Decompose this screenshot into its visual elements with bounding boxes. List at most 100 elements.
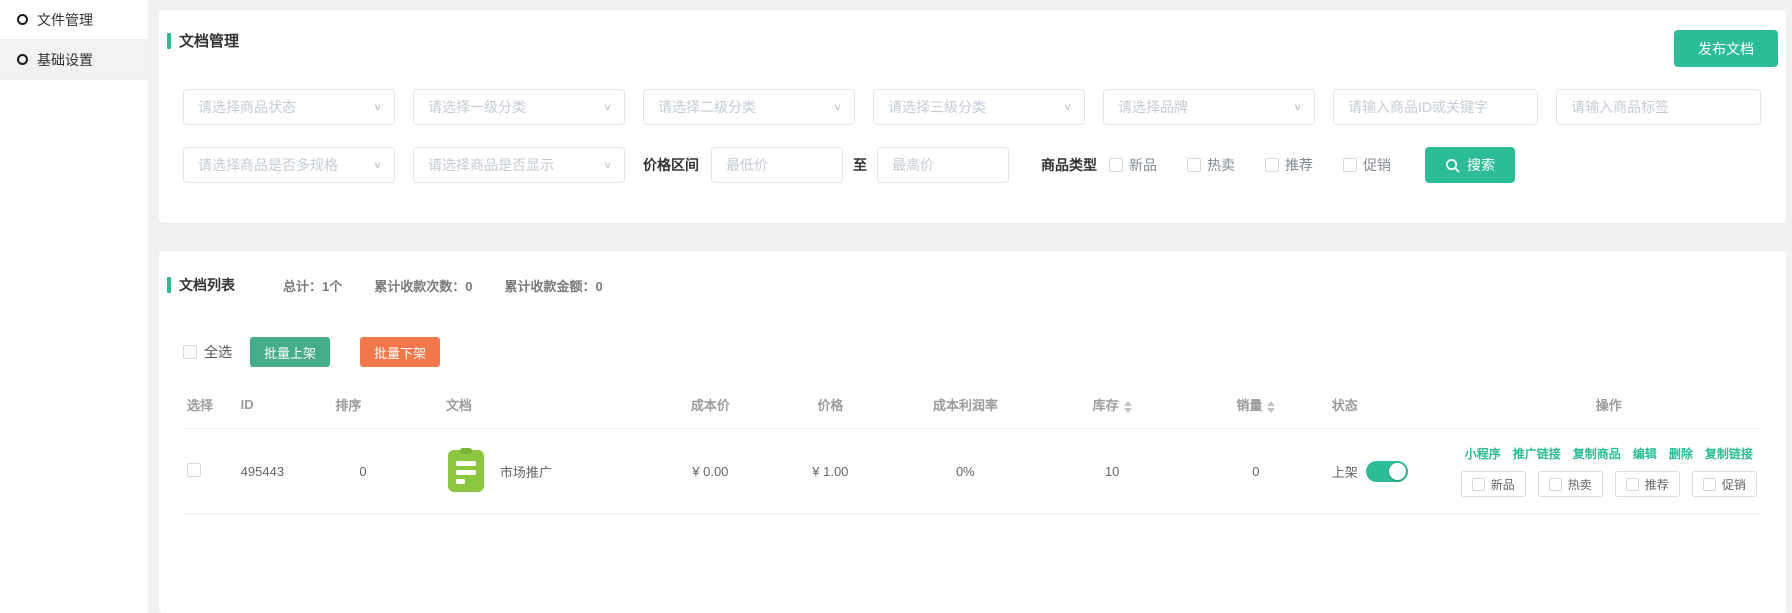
keyword-input[interactable] — [1333, 89, 1538, 125]
visibility-select[interactable]: 请选择商品是否显示 ∨ — [413, 147, 625, 183]
document-cell: 市场推广 — [446, 448, 646, 494]
filter-row-1: 请选择商品状态 ∨ 请选择一级分类 ∨ 请选择二级分类 ∨ 请选择三级分类 ∨ … — [159, 89, 1786, 125]
delete-link[interactable]: 删除 — [1669, 445, 1693, 462]
search-button[interactable]: 搜索 — [1425, 147, 1515, 183]
product-tag-input[interactable] — [1556, 89, 1761, 125]
sort-up-icon[interactable] — [1124, 401, 1132, 406]
status-cell: 上架 — [1332, 461, 1452, 482]
col-id: ID — [237, 385, 332, 429]
category-level2-select[interactable]: 请选择二级分类 ∨ — [643, 89, 855, 125]
sales-sort-control[interactable] — [1267, 401, 1275, 413]
list-title: 文档列表 — [167, 275, 235, 295]
document-name: 市场推广 — [500, 462, 552, 481]
type-option-promo[interactable]: 促销 — [1343, 155, 1391, 175]
publish-document-button[interactable]: 发布文档 — [1674, 30, 1778, 67]
type-option-hot[interactable]: 热卖 — [1187, 155, 1235, 175]
new-checkbox[interactable] — [1109, 158, 1123, 172]
brand-select[interactable]: 请选择品牌 ∨ — [1103, 89, 1315, 125]
table-header-row: 选择 ID 排序 文档 成本价 价格 成本利润率 库存 销量 状态 — [183, 385, 1762, 429]
category-level1-select[interactable]: 请选择一级分类 ∨ — [413, 89, 625, 125]
col-sort: 排序 — [331, 385, 442, 429]
col-profit-rate: 成本利润率 — [890, 385, 1040, 429]
filter-row-2: 请选择商品是否多规格 ∨ 请选择商品是否显示 ∨ 价格区间 至 商品类型 新品 — [159, 147, 1786, 183]
promo-link[interactable]: 推广链接 — [1513, 445, 1561, 462]
chevron-down-icon: ∨ — [603, 101, 612, 112]
tag-recommend-checkbox[interactable] — [1626, 478, 1639, 491]
min-price-input[interactable] — [711, 147, 843, 183]
row-tag-boxes: 新品 热卖 推荐 — [1461, 471, 1757, 497]
chevron-down-icon: ∨ — [373, 101, 382, 112]
chevron-down-icon: ∨ — [603, 159, 612, 170]
status-toggle[interactable] — [1366, 461, 1408, 482]
to-label: 至 — [853, 155, 867, 175]
type-option-new[interactable]: 新品 — [1109, 155, 1157, 175]
sort-up-icon[interactable] — [1267, 401, 1275, 406]
stock-sort-control[interactable] — [1124, 401, 1132, 413]
promo-checkbox[interactable] — [1343, 158, 1357, 172]
category-level3-select[interactable]: 请选择三级分类 ∨ — [873, 89, 1085, 125]
sidebar-item-label: 文件管理 — [37, 10, 93, 30]
chevron-down-icon: ∨ — [833, 101, 842, 112]
row-checkbox[interactable] — [187, 463, 201, 477]
list-header: 文档列表 总计：1个 累计收款次数：0 累计收款金额：0 — [159, 275, 1786, 295]
sidebar-item-file-management[interactable]: 文件管理 — [0, 0, 148, 40]
batch-off-shelf-button[interactable]: 批量下架 — [360, 337, 440, 367]
page: 文件管理 基础设置 文档管理 发布文档 请选择商品状态 ∨ — [0, 0, 1792, 613]
select-all[interactable]: 全选 — [183, 342, 232, 362]
chevron-down-icon: ∨ — [1063, 101, 1072, 112]
price-range-label: 价格区间 — [643, 155, 699, 175]
sort-down-icon[interactable] — [1267, 408, 1275, 413]
row-cost-price: ¥ 0.00 — [650, 429, 770, 514]
row-sort: 0 — [331, 429, 442, 514]
mini-program-link[interactable]: 小程序 — [1465, 445, 1501, 462]
panel-header: 文档管理 发布文档 — [159, 22, 1786, 67]
product-status-select[interactable]: 请选择商品状态 ∨ — [183, 89, 395, 125]
search-icon — [1445, 158, 1460, 173]
sidebar-item-label: 基础设置 — [37, 50, 93, 70]
stat-payment-count: 累计收款次数：0 — [374, 276, 472, 295]
edit-link[interactable]: 编辑 — [1633, 445, 1657, 462]
title-accent-bar — [167, 277, 171, 293]
tag-box-hot[interactable]: 热卖 — [1538, 471, 1603, 497]
row-stock: 10 — [1040, 429, 1184, 514]
toggle-knob — [1389, 463, 1406, 480]
tag-new-checkbox[interactable] — [1472, 478, 1485, 491]
row-price: ¥ 1.00 — [770, 429, 890, 514]
status-label: 上架 — [1332, 462, 1358, 481]
col-select: 选择 — [183, 385, 237, 429]
recommend-checkbox[interactable] — [1265, 158, 1279, 172]
type-option-recommend[interactable]: 推荐 — [1265, 155, 1313, 175]
circle-icon — [17, 54, 28, 65]
tag-box-recommend[interactable]: 推荐 — [1615, 471, 1680, 497]
batch-on-shelf-button[interactable]: 批量上架 — [250, 337, 330, 367]
action-links: 小程序 推广链接 复制商品 编辑 删除 复制链接 — [1465, 445, 1753, 462]
document-list-panel: 文档列表 总计：1个 累计收款次数：0 累计收款金额：0 全选 批量上架 批量下… — [159, 251, 1786, 613]
row-actions: 小程序 推广链接 复制商品 编辑 删除 复制链接 — [1460, 445, 1758, 497]
chevron-down-icon: ∨ — [373, 159, 382, 170]
tag-hot-checkbox[interactable] — [1549, 478, 1562, 491]
copy-url-link[interactable]: 复制链接 — [1705, 445, 1753, 462]
tag-box-new[interactable]: 新品 — [1461, 471, 1526, 497]
col-price: 价格 — [770, 385, 890, 429]
select-all-checkbox[interactable] — [183, 345, 197, 359]
document-management-panel: 文档管理 发布文档 请选择商品状态 ∨ 请选择一级分类 ∨ 请选择二级分类 ∨ — [159, 10, 1786, 223]
copy-product-link[interactable]: 复制商品 — [1573, 445, 1621, 462]
col-actions: 操作 — [1456, 385, 1762, 429]
product-type-label: 商品类型 — [1041, 155, 1097, 175]
tag-box-promo[interactable]: 促销 — [1692, 471, 1757, 497]
stat-payment-amount: 累计收款金额：0 — [504, 276, 602, 295]
max-price-input[interactable] — [877, 147, 1009, 183]
sidebar-item-basic-settings[interactable]: 基础设置 — [0, 40, 148, 80]
hot-checkbox[interactable] — [1187, 158, 1201, 172]
title-accent-bar — [167, 33, 171, 49]
stat-total: 总计：1个 — [283, 276, 342, 295]
list-stats: 总计：1个 累计收款次数：0 累计收款金额：0 — [283, 276, 603, 295]
main-content: 文档管理 发布文档 请选择商品状态 ∨ 请选择一级分类 ∨ 请选择二级分类 ∨ — [148, 0, 1792, 613]
multi-spec-select[interactable]: 请选择商品是否多规格 ∨ — [183, 147, 395, 183]
document-icon — [446, 448, 486, 494]
tag-promo-checkbox[interactable] — [1703, 478, 1716, 491]
sort-down-icon[interactable] — [1124, 408, 1132, 413]
col-cost-price: 成本价 — [650, 385, 770, 429]
col-document: 文档 — [442, 385, 650, 429]
batch-actions-row: 全选 批量上架 批量下架 — [159, 337, 1786, 367]
